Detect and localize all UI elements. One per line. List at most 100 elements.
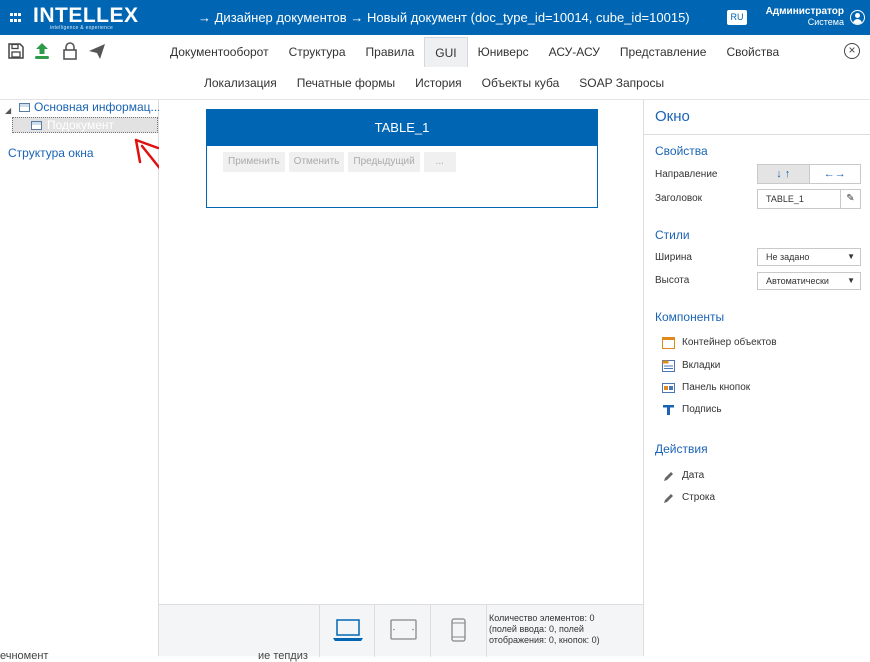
caption-value: TABLE_1: [766, 194, 804, 204]
components-section-title: Компоненты: [655, 310, 725, 324]
table-widget[interactable]: TABLE_1 Применить Отменить Предыдущий ..…: [206, 109, 598, 208]
previous-button[interactable]: Предыдущий: [348, 152, 420, 172]
tree-item-main-info[interactable]: Основная информац...: [19, 100, 161, 114]
tab-cube-objects[interactable]: Объекты куба: [472, 68, 570, 98]
breadcrumb-arrow: →: [350, 10, 364, 25]
element-count-detail: отображения: 0, кнопок: 0): [489, 635, 600, 645]
tablet-preview-button[interactable]: [375, 605, 431, 657]
clipped-text: ие тепдиз: [258, 650, 308, 662]
element-count-detail: (полей ввода: 0, полей: [489, 624, 584, 634]
tab-structure[interactable]: Структура: [279, 37, 356, 67]
table-icon: [19, 103, 30, 112]
button-panel-icon: [662, 383, 675, 393]
desktop-preview-button[interactable]: [319, 605, 375, 657]
tree-item-subdocument[interactable]: Подокумент: [12, 117, 158, 133]
divider: [644, 134, 870, 135]
tree-expand-icon[interactable]: ◢: [5, 106, 11, 115]
pencil-icon: [664, 472, 673, 481]
chevron-down-icon: ▼: [847, 252, 855, 261]
apps-grid-icon[interactable]: [10, 13, 21, 23]
styles-section-title: Стили: [655, 228, 690, 242]
direction-label: Направление: [655, 169, 718, 180]
breadcrumb-item-designer[interactable]: Дизайнер документов: [215, 10, 347, 25]
actions-section-title: Действия: [655, 442, 708, 456]
tab-asu-asu[interactable]: АСУ-АСУ: [539, 37, 610, 67]
send-icon[interactable]: [88, 42, 106, 60]
more-button[interactable]: ...: [423, 152, 456, 172]
apply-button[interactable]: Применить: [223, 152, 285, 172]
tab-gui[interactable]: GUI: [424, 37, 468, 67]
tab-universe[interactable]: Юниверс: [468, 37, 539, 67]
height-select[interactable]: Автоматически ▼: [757, 272, 861, 290]
direction-horizontal-button[interactable]: ←→: [810, 165, 861, 183]
chevron-down-icon: ▼: [847, 276, 855, 285]
tab-history[interactable]: История: [405, 68, 472, 98]
tablet-icon: [390, 619, 417, 640]
action-label: Строка: [682, 492, 716, 503]
width-label: Ширина: [655, 252, 692, 263]
tab-properties[interactable]: Свойства: [716, 37, 789, 67]
panel-title: Окно: [655, 108, 690, 125]
cancel-button[interactable]: Отменить: [288, 152, 345, 172]
component-label: Вкладки: [682, 360, 721, 371]
width-value: Не задано: [766, 252, 810, 262]
component-object-container[interactable]: Контейнер объектов: [662, 337, 777, 349]
language-button[interactable]: RU: [727, 10, 747, 25]
laptop-icon: [333, 619, 363, 641]
table-icon: [31, 121, 42, 130]
action-date[interactable]: Дата: [662, 470, 704, 481]
component-label: Подпись: [682, 404, 722, 415]
toolbar: Документооборот Структура Правила GUI Юн…: [0, 35, 870, 100]
close-icon[interactable]: ×: [844, 43, 860, 59]
tree-item-label: Подокумент: [47, 118, 115, 132]
pencil-icon: [664, 494, 673, 503]
caption-field[interactable]: TABLE_1 ✎: [757, 189, 861, 209]
component-label: Панель кнопок: [682, 382, 751, 393]
user-role: Система: [807, 17, 844, 27]
tab-rules[interactable]: Правила: [356, 37, 425, 67]
component-tabs[interactable]: Вкладки: [662, 360, 721, 372]
user-info[interactable]: Администратор Система: [752, 6, 844, 28]
edit-pencil-icon[interactable]: ✎: [840, 190, 860, 208]
tabs-icon: [662, 360, 675, 372]
tab-print-forms[interactable]: Печатные формы: [287, 68, 405, 98]
properties-panel: Окно Свойства Направление ↓ ↑ ←→ Заголов…: [643, 100, 870, 656]
phone-preview-button[interactable]: [431, 605, 487, 657]
user-avatar-icon[interactable]: [850, 10, 865, 25]
breadcrumb-arrow: →: [198, 10, 211, 25]
top-bar: INTELLEX intelligence & experience → Диз…: [0, 0, 870, 35]
lock-icon[interactable]: [61, 42, 79, 60]
tab-soap-requests[interactable]: SOAP Запросы: [569, 68, 674, 98]
tab-localization[interactable]: Локализация: [194, 68, 287, 98]
window-structure-link[interactable]: Структура окна: [8, 146, 94, 160]
tab-document-flow[interactable]: Документооборот: [160, 37, 279, 67]
properties-section-title: Свойства: [655, 144, 708, 158]
logo-tagline: intelligence & experience: [50, 25, 114, 31]
component-label: Контейнер объектов: [682, 337, 777, 348]
primary-tabs: Документооборот Структура Правила GUI Юн…: [160, 37, 789, 67]
breadcrumb: → Дизайнер документов → Новый документ (…: [198, 10, 690, 25]
height-value: Автоматически: [766, 276, 829, 286]
height-label: Высота: [655, 275, 690, 286]
element-count: Количество элементов: 0: [489, 613, 595, 623]
tree-item-label: Основная информац...: [34, 100, 161, 114]
container-icon: [662, 337, 675, 349]
logo[interactable]: INTELLEX intelligence & experience: [33, 4, 138, 32]
direction-toggle: ↓ ↑ ←→: [757, 164, 861, 184]
tab-view[interactable]: Представление: [610, 37, 717, 67]
component-caption[interactable]: Подпись: [662, 404, 722, 415]
secondary-tabs: Локализация Печатные формы История Объек…: [194, 68, 674, 98]
save-icon[interactable]: [7, 42, 25, 60]
upload-icon[interactable]: [33, 42, 51, 60]
action-string[interactable]: Строка: [662, 492, 715, 503]
widget-title: TABLE_1: [207, 110, 597, 146]
width-select[interactable]: Не задано ▼: [757, 248, 861, 266]
device-preview-bar: Количество элементов: 0 (полей ввода: 0,…: [159, 604, 643, 657]
caption-label: Заголовок: [655, 193, 703, 204]
phone-icon: [451, 618, 466, 642]
user-name: Администратор: [765, 6, 844, 17]
component-button-panel[interactable]: Панель кнопок: [662, 382, 750, 393]
widget-button-bar: Применить Отменить Предыдущий ...: [223, 152, 456, 172]
action-label: Дата: [682, 470, 705, 481]
direction-vertical-button[interactable]: ↓ ↑: [758, 165, 810, 183]
